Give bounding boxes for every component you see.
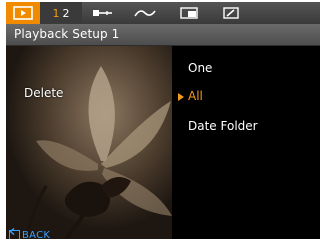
setup-page-2[interactable]: 2 [63,7,70,20]
tab-playback-setup-pages[interactable]: 1 2 [40,2,82,24]
photo-preview-panel: Delete BACK [6,46,172,239]
back-icon [9,228,20,239]
option-all[interactable]: All [188,89,203,103]
playback-icon [13,6,33,20]
tab-connect[interactable] [86,2,120,24]
back-label: BACK [22,229,51,240]
title-bar: Playback Setup 1 [6,24,320,46]
tab-edit[interactable] [214,2,248,24]
options-panel: One All Date Folder [174,46,320,239]
setting-label-delete: Delete [24,86,64,100]
tab-display[interactable] [172,2,206,24]
tab-playback[interactable] [6,2,40,24]
setup-page-1[interactable]: 1 [53,7,60,20]
menu-tab-bar: 1 2 [6,2,320,24]
connect-icon [92,8,114,18]
selection-arrow-icon [178,93,184,101]
curve-icon [134,7,156,19]
back-button[interactable]: BACK [9,228,50,239]
edit-icon [223,7,239,19]
camera-menu-screen: 1 2 Playback Setup 1 Delete BACK One All… [6,2,320,239]
option-date-folder[interactable]: Date Folder [188,119,258,133]
page-title: Playback Setup 1 [14,27,120,41]
flower-photo [6,46,172,239]
display-icon [180,7,198,19]
option-one[interactable]: One [188,61,212,75]
tab-curve[interactable] [128,2,162,24]
